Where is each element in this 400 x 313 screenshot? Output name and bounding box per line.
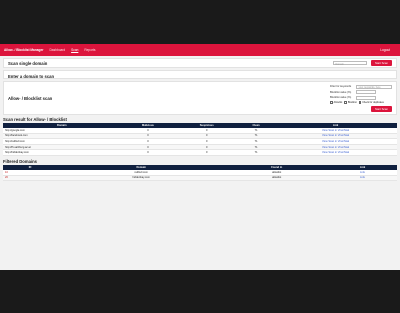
scan-single-form: Domain Start Scan — [332, 60, 392, 66]
keywords-input[interactable]: your, keywords, here — [356, 84, 392, 89]
blocklist-label: Blocklist — [347, 101, 357, 104]
duplicates-label: Check for duplicates — [362, 101, 384, 104]
filtered-link[interactable]: Link — [360, 171, 365, 174]
allowlist-checkbox[interactable] — [330, 101, 333, 104]
table-row: 20 hiddenbay.com allowlist Link — [3, 175, 397, 182]
start-scan-button[interactable]: Start Scan — [370, 60, 392, 66]
virustotal-link[interactable]: View Scan in VirusTotal — [322, 140, 349, 143]
filtered-table: ID Domain Found in Link 10 redbull.com all… — [3, 164, 397, 182]
filtered-link-cell: Link — [328, 175, 397, 182]
blocklist-value-label-2: Blocklist value (%) — [330, 96, 352, 99]
suspicious-cell: 0 — [175, 149, 239, 156]
filtered-title: Filtered Domains — [3, 158, 37, 164]
allow-block-form: Filter for keywords your, keywords, here… — [330, 84, 392, 112]
virustotal-link[interactable]: View Scan in VirusTotal — [322, 146, 349, 149]
duplicates-checkbox[interactable] — [358, 101, 362, 104]
domain-input[interactable]: Domain — [332, 61, 367, 66]
domain-cell: http://hiddenbay.com — [3, 149, 121, 156]
allowlist-label: Allowlist — [333, 101, 343, 104]
clean-cell: 71 — [238, 149, 275, 156]
blocklist-value-input-2[interactable] — [356, 95, 376, 100]
filtered-body: 10 redbull.com allowlist Link 20 hiddenbay.co… — [3, 169, 397, 182]
filtered-domain-cell: hiddenbay.com — [57, 175, 226, 182]
nav-link-reports[interactable]: Reports — [84, 48, 95, 52]
virustotal-link[interactable]: View Scan in VirusTotal — [322, 134, 349, 137]
malicious-cell: 0 — [120, 149, 176, 156]
top-navbar: Allow- / Blocklist Manager Dashboard Sca… — [0, 44, 400, 56]
keywords-label: Filter for keywords — [330, 85, 352, 88]
scan-single-title: Scan single domain — [8, 60, 48, 66]
enter-domain-card: Enter a domain to scan — [3, 70, 397, 79]
form-row-blocklist-1: Blocklist value (%) — [330, 90, 392, 94]
logout-link[interactable]: Logout — [380, 48, 390, 52]
filtered-table-wrap: ID Domain Found in Link 10 redbull.com all… — [3, 164, 397, 182]
blocklist-value-input[interactable] — [356, 90, 376, 94]
link-cell: View Scan in VirusTotal — [274, 149, 397, 156]
blocklist-value-label: Blocklist value (%) — [330, 90, 352, 94]
app-page: Allow- / Blocklist Manager Dashboard Sca… — [0, 44, 400, 270]
filtered-link[interactable]: Link — [360, 176, 365, 179]
scan-single-card: Scan single domain Domain Start Scan — [3, 58, 397, 68]
allow-block-card: Allow- / Blocklist scan Filter for keywo… — [3, 81, 397, 115]
results-table-wrap: Domain Malicious Suspicious Clean Link h… — [3, 123, 397, 156]
virustotal-link[interactable]: View Scan in VirusTotal — [322, 151, 349, 154]
allow-block-scan-button[interactable]: Start Scan — [370, 105, 392, 112]
blocklist-checkbox[interactable] — [344, 101, 347, 104]
id-cell: 20 — [3, 175, 58, 182]
results-title: Scan result for Allow- / Blocklist — [3, 117, 67, 122]
form-row-keywords: Filter for keywords your, keywords, here — [330, 84, 392, 89]
form-row-blocklist-2: Blocklist value (%) — [330, 95, 392, 100]
results-body: http://google.com 0 0 71 View Scan in VirusT… — [3, 128, 397, 156]
enter-domain-title: Enter a domain to scan — [8, 74, 55, 79]
table-row: http://hiddenbay.com 0 0 71 View Scan in Vir… — [3, 149, 397, 156]
results-table: Domain Malicious Suspicious Clean Link h… — [3, 123, 397, 156]
scan-button-row: Start Scan — [330, 105, 392, 112]
found-in-cell: allowlist — [225, 175, 329, 182]
allow-block-title: Allow- / Blocklist scan — [8, 95, 53, 101]
nav-link-scan[interactable]: Scan — [71, 48, 78, 52]
nav-link-dashboard[interactable]: Dashboard — [50, 48, 66, 52]
checkbox-row: Allowlist Blocklist Check for duplicates — [330, 101, 392, 104]
brand-title[interactable]: Allow- / Blocklist Manager — [4, 48, 44, 52]
virustotal-link[interactable]: View Scan in VirusTotal — [322, 129, 349, 132]
